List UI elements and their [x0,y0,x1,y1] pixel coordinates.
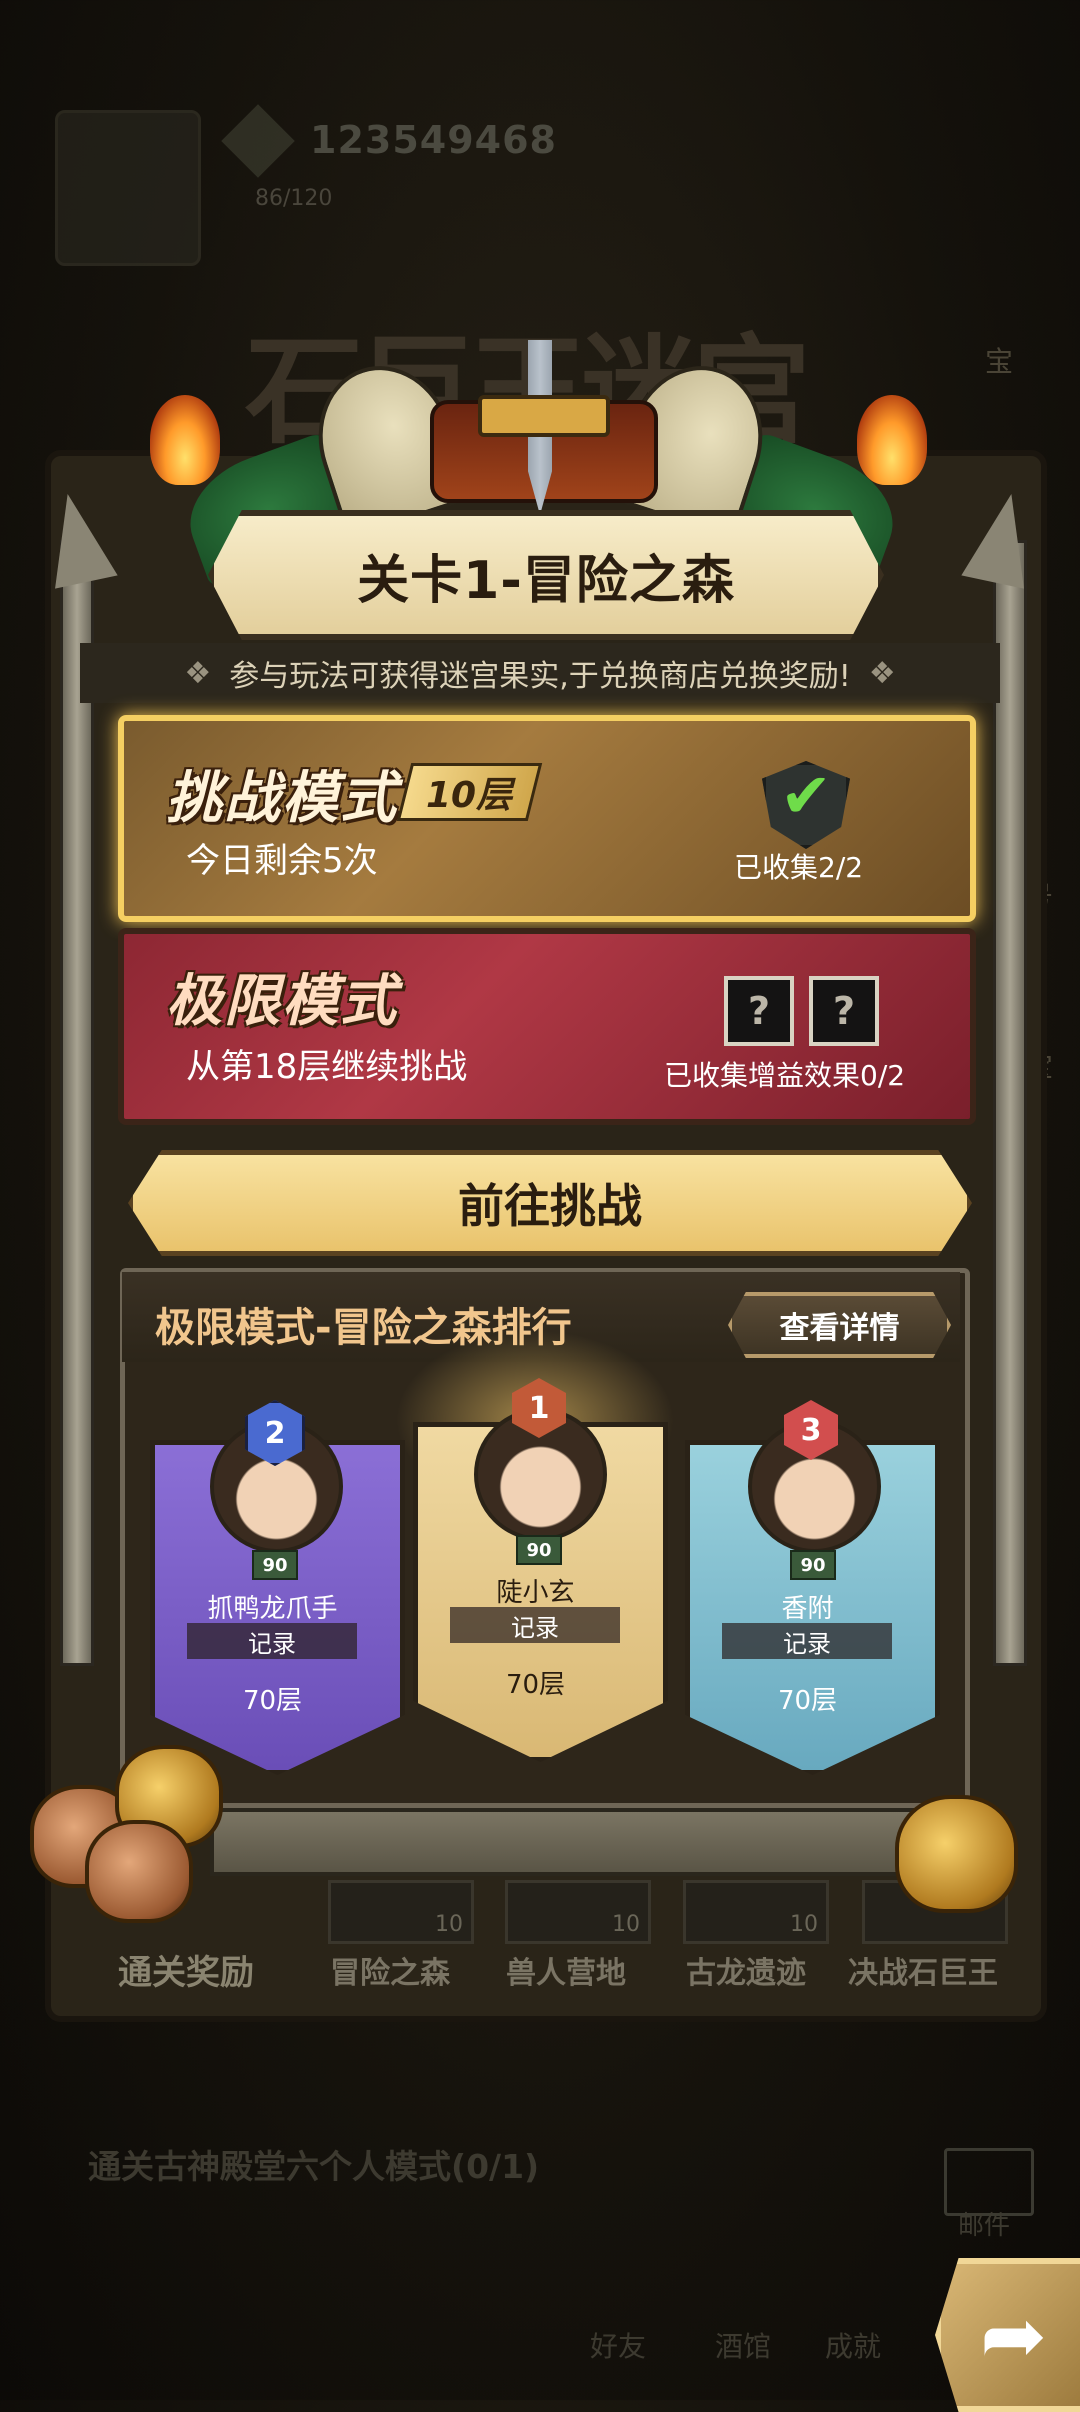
view-details-label: 查看详情 [779,1311,900,1346]
reward-bar [210,1808,938,1876]
challenge-mode-card[interactable]: 挑战模式 10层 今日剩余5次 ✔ 已收集2/2 [118,715,976,922]
thumb-value: 10 [435,1912,463,1937]
buff-collected-count: 已收集增益效果0/2 [664,1059,906,1092]
player-stat: 86/120 [255,186,333,211]
question-mark-icon: ? [832,989,856,1033]
record-label: 记录 [722,1623,892,1659]
floors-value: 70层 [777,1686,838,1716]
tab-forest[interactable]: 冒险之森 [330,1948,450,1992]
level-tag: 90 [516,1535,562,1565]
challenge-mode-title: 挑战模式 [166,766,398,831]
go-challenge-button[interactable]: 前往挑战 [128,1150,972,1256]
floor-count-tag: 10层 [396,763,543,821]
collected-count: 已收集2/2 [734,851,864,884]
info-bar: ❖ 参与玩法可获得迷宫果实,于兑换商店兑换奖励! ❖ [80,643,1000,703]
stage-thumbnail[interactable]: 10 [505,1880,651,1944]
player-name: 香附 [781,1594,834,1624]
reward-jar-icon [85,1820,193,1923]
stage-title-banner: 关卡1-冒险之森 [208,510,884,640]
unknown-buff-slot: ? [724,976,794,1046]
check-icon: ✔ [780,759,832,832]
floors-value: 70层 [505,1670,566,1700]
player-name: 抓鸭龙爪手 [207,1594,338,1624]
nav-achievements: 成就 [825,2330,882,2363]
torch-flame-icon [150,395,220,485]
tab-dragon-ruins[interactable]: 古龙遗迹 [686,1948,806,1992]
question-mark-icon: ? [747,989,771,1033]
extreme-mode-card[interactable]: 极限模式 从第18层继续挑战 ? ? 已收集增益效果0/2 [118,928,976,1125]
quest-text: 通关古神殿堂六个人模式(0/1) [88,2147,540,2186]
share-arrow-icon: ➦ [979,2288,1048,2382]
extreme-mode-title: 极限模式 [166,969,398,1034]
side-label: 宝 [985,345,1014,378]
view-details-button[interactable]: 查看详情 [728,1292,951,1358]
tab-final-battle[interactable]: 决战石巨王 [848,1948,998,1992]
floors-value: 70层 [242,1686,303,1716]
thumb-value: 10 [790,1912,818,1937]
continue-text: 从第18层继续挑战 [186,1047,468,1087]
stage-title: 关卡1-冒险之森 [357,550,735,611]
info-text: 参与玩法可获得迷宫果实,于兑换商店兑换奖励! [229,659,851,694]
reward-jar-icon [895,1795,1018,1913]
sword-guard [478,395,610,437]
share-button[interactable]: ➦ [935,2258,1080,2412]
player-avatar-frame [55,110,201,266]
stone-pillar [993,540,1027,1666]
player-id: 123549468 [310,118,557,162]
gem-icon [221,104,295,178]
tab-orc-camp[interactable]: 兽人营地 [506,1948,626,1992]
swirl-icon: ❖ [868,655,896,691]
unknown-buff-slot: ? [809,976,879,1046]
mail-label: 邮件 [958,2211,1011,2241]
go-challenge-label: 前往挑战 [458,1179,642,1233]
level-tag: 90 [790,1550,836,1580]
swirl-icon: ❖ [184,655,212,691]
stone-pillar [60,540,94,1666]
torch-flame-icon [857,395,927,485]
floor-count: 10层 [426,775,513,816]
stage-thumbnail[interactable]: 10 [328,1880,474,1944]
remaining-attempts: 今日剩余5次 [186,841,378,881]
player-name: 陡小玄 [496,1578,575,1608]
thumb-value: 10 [612,1912,640,1937]
nav-tavern: 酒馆 [715,2330,772,2363]
nav-friends: 好友 [590,2330,647,2363]
record-label: 记录 [450,1607,620,1643]
record-label: 记录 [187,1623,357,1659]
stage-thumbnail[interactable]: 10 [683,1880,829,1944]
tab-clear-rewards[interactable]: 通关奖励 [118,1945,254,1994]
level-tag: 90 [252,1550,298,1580]
